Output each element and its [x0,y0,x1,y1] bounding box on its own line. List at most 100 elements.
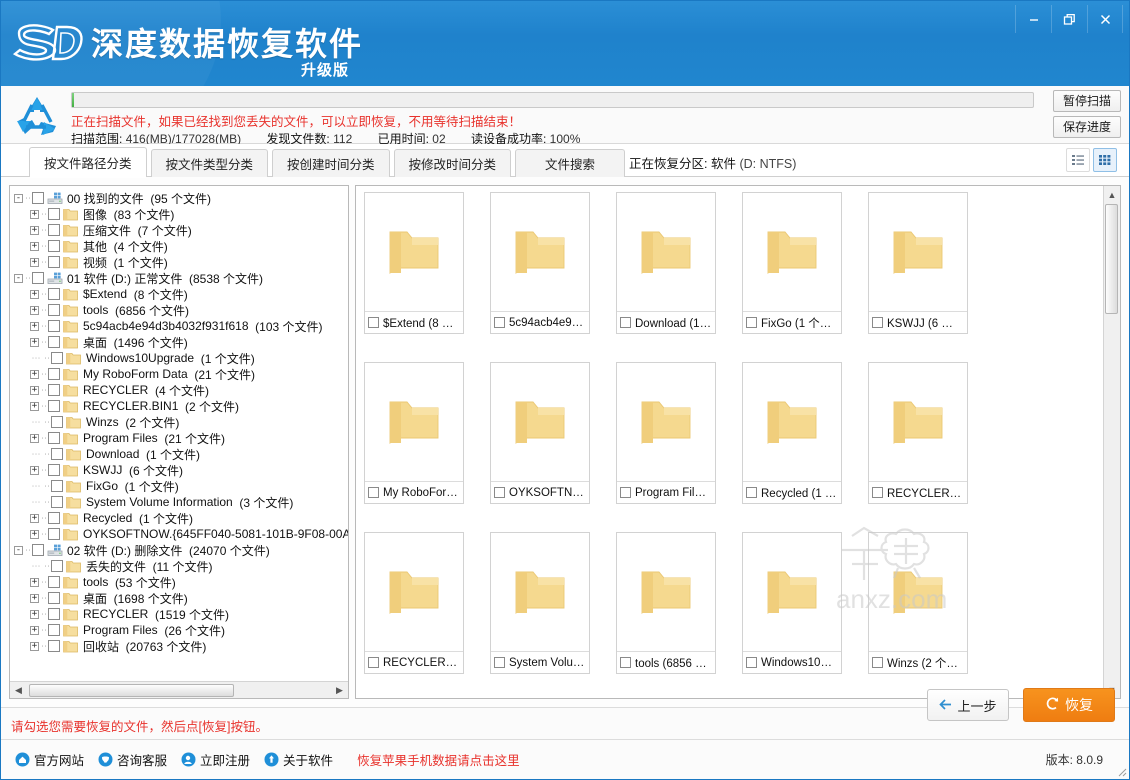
expand-icon[interactable]: + [30,593,39,603]
tab-by-path[interactable]: 按文件路径分类 [29,147,147,178]
folder-tree[interactable]: - ⋯ 00 找到的文件 (95 个文件) + ⋯ 图像 (83 个文件) + ⋯ 压缩文件 (… [10,186,348,681]
scroll-up-icon[interactable]: ▲ [1104,186,1120,203]
file-tile-checkbox[interactable] [746,487,757,498]
tree-node-checkbox[interactable] [48,608,60,620]
tree-hscroll-thumb[interactable] [29,683,234,697]
tree-node[interactable]: - ⋯ 01 软件 (D:) 正常文件 (8538 个文件) [14,270,348,286]
file-tile[interactable]: Winzs (2 个文件) [868,532,968,674]
file-tile-checkbox[interactable] [620,317,631,328]
grid-vertical-scrollbar[interactable]: ▲ ▼ [1103,186,1120,698]
tree-node-checkbox[interactable] [32,544,44,556]
tree-node[interactable]: + ⋯ RECYCLER (1519 个文件) [14,606,348,622]
tree-node[interactable]: + ⋯ OYKSOFTNOW.{645FF040-5081-101B-9F08-00… [14,526,348,542]
minimize-icon[interactable] [1015,5,1051,33]
grid-vscroll-thumb[interactable] [1105,204,1118,314]
expand-icon[interactable]: + [30,625,39,635]
file-tile-checkbox[interactable] [494,317,505,328]
tree-node[interactable]: ⋯ ⋯ Download (1 个文件) [14,446,348,462]
collapse-icon[interactable]: - [14,545,23,555]
link-official-site[interactable]: 官方网站 [15,750,84,769]
tree-node[interactable]: + ⋯ RECYCLER (4 个文件) [14,382,348,398]
tree-node-checkbox[interactable] [32,272,44,284]
tree-node[interactable]: + ⋯ RECYCLER.BIN1 (2 个文件) [14,398,348,414]
expand-icon[interactable]: + [30,289,39,299]
file-tile[interactable]: tools (6856 个文… [616,532,716,674]
tree-node[interactable]: + ⋯ 桌面 (1698 个文件) [14,590,348,606]
tree-node-checkbox[interactable] [48,336,60,348]
window-resize-handle[interactable] [1115,765,1127,777]
tree-node-checkbox[interactable] [48,432,60,444]
tree-node-checkbox[interactable] [48,224,60,236]
file-tile-checkbox[interactable] [368,487,379,498]
tree-node-checkbox[interactable] [51,416,63,428]
expand-icon[interactable]: + [30,433,39,443]
tree-node-checkbox[interactable] [48,368,60,380]
tree-node-checkbox[interactable] [48,256,60,268]
collapse-icon[interactable]: - [14,193,23,203]
tree-node[interactable]: + ⋯ tools (53 个文件) [14,574,348,590]
tree-node[interactable]: - ⋯ 00 找到的文件 (95 个文件) [14,190,348,206]
tree-node[interactable]: ⋯ ⋯ Winzs (2 个文件) [14,414,348,430]
file-tile[interactable]: FixGo (1 个文件) [742,192,842,334]
tree-node[interactable]: + ⋯ KSWJJ (6 个文件) [14,462,348,478]
file-tile-checkbox[interactable] [746,317,757,328]
file-tile[interactable]: System Volume In… [490,532,590,674]
tree-node-checkbox[interactable] [48,304,60,316]
tree-node[interactable]: + ⋯ 图像 (83 个文件) [14,206,348,222]
tree-node[interactable]: ⋯ ⋯ Windows10Upgrade (1 个文件) [14,350,348,366]
expand-icon[interactable]: + [30,321,39,331]
expand-icon[interactable]: + [30,369,39,379]
maximize-icon[interactable] [1051,5,1087,33]
file-tile[interactable]: My RoboForm Dat… [364,362,464,504]
tree-node-checkbox[interactable] [48,624,60,636]
file-tile-checkbox[interactable] [494,487,505,498]
file-tile[interactable]: KSWJJ (6 个文件) [868,192,968,334]
tab-by-create-time[interactable]: 按创建时间分类 [272,149,390,177]
iphone-recovery-promo-link[interactable]: 恢复苹果手机数据请点击这里 [357,750,520,769]
tree-node-checkbox[interactable] [51,560,63,572]
tree-node-checkbox[interactable] [51,496,63,508]
tree-node[interactable]: + ⋯ $Extend (8 个文件) [14,286,348,302]
tree-node-checkbox[interactable] [48,400,60,412]
tree-node-checkbox[interactable] [48,208,60,220]
pause-scan-button[interactable]: 暂停扫描 [1053,90,1121,112]
file-tile-checkbox[interactable] [368,317,379,328]
tree-node[interactable]: + ⋯ tools (6856 个文件) [14,302,348,318]
expand-icon[interactable]: + [30,209,39,219]
expand-icon[interactable]: + [30,465,39,475]
collapse-icon[interactable]: - [14,273,23,283]
file-tile-checkbox[interactable] [620,487,631,498]
expand-icon[interactable]: + [30,641,39,651]
expand-icon[interactable]: + [30,513,39,523]
file-tile-checkbox[interactable] [368,657,379,668]
file-tile[interactable]: $Extend (8 个文… [364,192,464,334]
tree-node[interactable]: + ⋯ Program Files (26 个文件) [14,622,348,638]
tree-node[interactable]: + ⋯ Recycled (1 个文件) [14,510,348,526]
tree-node-checkbox[interactable] [48,512,60,524]
tree-node[interactable]: + ⋯ 桌面 (1496 个文件) [14,334,348,350]
file-tile[interactable]: Recycled (1 个文… [742,362,842,504]
expand-icon[interactable]: + [30,385,39,395]
file-tile-checkbox[interactable] [746,657,757,668]
tree-node-checkbox[interactable] [48,320,60,332]
tab-by-modify-time[interactable]: 按修改时间分类 [393,149,512,177]
expand-icon[interactable]: + [30,337,39,347]
tree-node-checkbox[interactable] [48,384,60,396]
previous-step-button[interactable]: 上一步 [927,689,1009,721]
tree-node[interactable]: + ⋯ 压缩文件 (7 个文件) [14,222,348,238]
expand-icon[interactable]: + [30,609,39,619]
expand-icon[interactable]: + [30,257,39,267]
tree-node[interactable]: ⋯ ⋯ 丢失的文件 (11 个文件) [14,558,348,574]
tree-node[interactable]: + ⋯ My RoboForm Data (21 个文件) [14,366,348,382]
tree-node[interactable]: ⋯ ⋯ FixGo (1 个文件) [14,478,348,494]
recover-button[interactable]: 恢复 [1023,688,1115,722]
expand-icon[interactable]: + [30,305,39,315]
tab-file-search[interactable]: 文件搜索 [515,149,626,177]
tree-node-checkbox[interactable] [32,192,44,204]
tree-node-checkbox[interactable] [48,528,60,540]
tree-horizontal-scrollbar[interactable]: ◀ ▶ [10,681,348,698]
file-tile-checkbox[interactable] [494,657,505,668]
file-tile[interactable]: OYKSOFTNOW.{6… [490,362,590,504]
list-view-icon[interactable] [1066,148,1090,172]
expand-icon[interactable]: + [30,241,39,251]
